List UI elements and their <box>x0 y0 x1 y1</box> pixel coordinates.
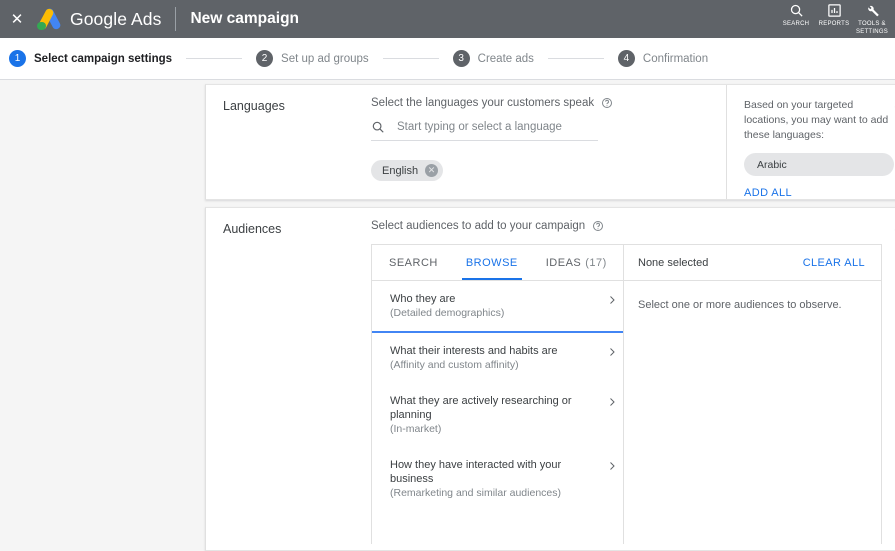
audience-tabs: SEARCH BROWSE IDEAS (17) <box>372 245 623 281</box>
help-icon[interactable] <box>601 97 613 109</box>
tools-settings-button-label: TOOLS & SETTINGS <box>856 21 888 36</box>
audiences-body: Select audiences to add to your campaign <box>371 208 895 550</box>
tab-browse-label: BROWSE <box>466 257 518 269</box>
stepper-step-4[interactable]: 4 Confirmation <box>618 50 708 67</box>
languages-section-label: Languages <box>206 85 371 199</box>
audience-category-title: What they are actively researching or pl… <box>390 394 601 422</box>
stepper-connector <box>186 58 242 59</box>
audience-selection-panel: None selected CLEAR ALL Select one or mo… <box>624 245 881 544</box>
stepper-step-1[interactable]: 1 Select campaign settings <box>9 50 172 67</box>
reports-button[interactable]: REPORTS <box>815 0 853 38</box>
stepper-step-2-number: 2 <box>256 50 273 67</box>
language-search-placeholder: Start typing or select a language <box>397 121 562 133</box>
audiences-section-label: Audiences <box>206 208 371 550</box>
audience-category-list: Who they are (Detailed demographics) Wha… <box>372 281 623 544</box>
campaign-stepper: 1 Select campaign settings 2 Set up ad g… <box>0 38 895 80</box>
audience-category-in-market[interactable]: What they are actively researching or pl… <box>372 383 623 447</box>
add-all-languages-button[interactable]: ADD ALL <box>744 187 792 199</box>
audiences-card: Audiences Select audiences to add to you… <box>205 207 895 551</box>
suggested-language-chip-arabic[interactable]: Arabic <box>744 153 894 176</box>
brand-name: Google Ads <box>70 9 161 30</box>
audiences-caption-text: Select audiences to add to your campaign <box>371 220 585 232</box>
page-title: New campaign <box>190 10 299 28</box>
search-button[interactable]: SEARCH <box>777 0 815 38</box>
audience-selection-header: None selected CLEAR ALL <box>624 245 881 281</box>
tab-ideas-count: (17) <box>585 257 607 269</box>
stepper-connector <box>548 58 604 59</box>
stepper-step-1-number: 1 <box>9 50 26 67</box>
stepper-step-2[interactable]: 2 Set up ad groups <box>256 50 369 67</box>
audience-category-who-they-are[interactable]: Who they are (Detailed demographics) <box>372 281 623 333</box>
clear-all-button[interactable]: CLEAR ALL <box>803 257 865 269</box>
chevron-right-icon <box>601 394 623 408</box>
audience-category-title: What their interests and habits are <box>390 344 601 358</box>
remove-language-icon[interactable]: ✕ <box>425 164 438 177</box>
audience-category-subtitle: (Detailed demographics) <box>390 306 601 320</box>
tools-settings-icon <box>865 3 880 20</box>
chevron-right-icon <box>601 344 623 358</box>
reports-button-label: REPORTS <box>819 21 850 29</box>
chevron-right-icon <box>601 292 623 306</box>
audience-category-subtitle: (Remarketing and similar audiences) <box>390 486 601 500</box>
stepper-step-3[interactable]: 3 Create ads <box>453 50 534 67</box>
stepper-step-4-number: 4 <box>618 50 635 67</box>
search-icon <box>789 3 804 20</box>
audience-selection-body: Select one or more audiences to observe. <box>624 281 881 313</box>
tab-ideas[interactable]: IDEAS (17) <box>532 245 621 280</box>
language-chip-english[interactable]: English ✕ <box>371 160 443 181</box>
audience-browse-panel: SEARCH BROWSE IDEAS (17) <box>372 245 624 544</box>
tab-browse[interactable]: BROWSE <box>452 245 532 280</box>
stepper-step-1-label: Select campaign settings <box>34 53 172 65</box>
selection-status: None selected <box>638 257 708 269</box>
tab-ideas-label: IDEAS <box>546 257 582 269</box>
audience-category-subtitle: (Affinity and custom affinity) <box>390 358 601 372</box>
language-chip-label: English <box>382 165 418 177</box>
search-icon <box>371 120 385 134</box>
stepper-step-3-number: 3 <box>453 50 470 67</box>
settings-canvas: Languages Select the languages your cust… <box>0 80 895 549</box>
stepper-step-4-label: Confirmation <box>643 53 708 65</box>
search-button-label: SEARCH <box>783 21 810 29</box>
audience-category-title: Who they are <box>390 292 601 306</box>
chevron-right-icon <box>601 458 623 472</box>
audience-category-subtitle: (In-market) <box>390 422 601 436</box>
brand-divider <box>175 7 176 31</box>
reports-icon <box>827 3 842 20</box>
language-search-input[interactable]: Start typing or select a language <box>371 120 598 141</box>
help-icon[interactable] <box>592 220 604 232</box>
google-ads-logo-icon <box>36 7 60 31</box>
audience-category-interests-and-habits[interactable]: What their interests and habits are (Aff… <box>372 333 623 383</box>
tools-settings-button[interactable]: TOOLS & SETTINGS <box>853 0 891 38</box>
languages-card: Languages Select the languages your cust… <box>205 84 895 200</box>
tab-search-label: SEARCH <box>389 257 438 269</box>
language-suggestion-text: Based on your targeted locations, you ma… <box>744 98 895 143</box>
stepper-step-3-label: Create ads <box>478 53 534 65</box>
stepper-connector <box>383 58 439 59</box>
audience-picker: SEARCH BROWSE IDEAS (17) <box>371 244 882 544</box>
tab-search[interactable]: SEARCH <box>375 245 452 280</box>
language-suggestions-panel: Based on your targeted locations, you ma… <box>726 85 895 199</box>
audiences-caption: Select audiences to add to your campaign <box>371 220 895 232</box>
audience-category-title: How they have interacted with your busin… <box>390 458 601 486</box>
languages-caption-text: Select the languages your customers spea… <box>371 97 594 109</box>
stepper-step-2-label: Set up ad groups <box>281 53 369 65</box>
app-bar: ✕ Google Ads New campaign SEARCH <box>0 0 895 38</box>
selection-empty-hint: Select one or more audiences to observe. <box>638 299 842 311</box>
audience-category-remarketing[interactable]: How they have interacted with your busin… <box>372 447 623 511</box>
close-button[interactable]: ✕ <box>0 0 34 38</box>
app-bar-actions: SEARCH REPORTS TOOLS & SETTINGS <box>777 0 895 38</box>
